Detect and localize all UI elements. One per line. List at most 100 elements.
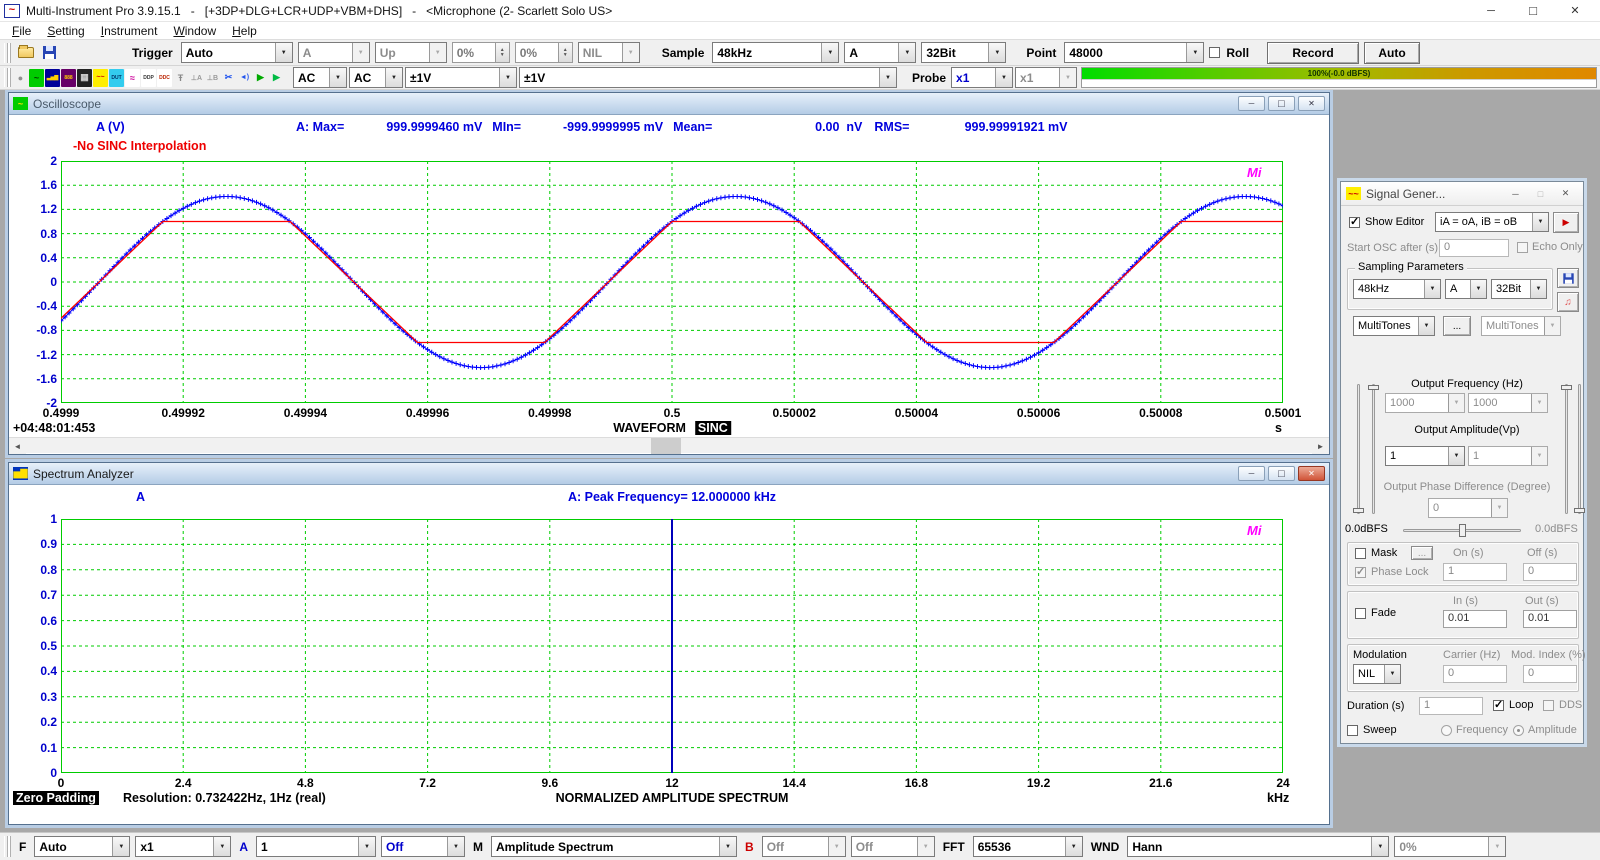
toolbar-grip[interactable]	[4, 68, 8, 86]
data-logger-icon[interactable]: ▦	[77, 69, 92, 87]
sweep-checkbox[interactable]	[1347, 725, 1358, 736]
sound-input-icon[interactable]: Ŧ	[173, 69, 188, 87]
spectrum-3d-plot-icon[interactable]: ≈	[125, 69, 140, 87]
slider-handle[interactable]	[1561, 385, 1572, 390]
sample-bits-select[interactable]: 32Bit	[921, 42, 1006, 63]
reference-a-icon[interactable]: ⊥A	[189, 69, 204, 87]
sound-output-icon[interactable]: ◄)	[237, 69, 252, 87]
maximize-icon[interactable]: □	[1528, 185, 1553, 202]
fade-in-input[interactable]: 0.01	[1443, 610, 1507, 628]
fade-checkbox[interactable]	[1355, 608, 1366, 619]
save-file-icon[interactable]	[43, 46, 56, 59]
menu-setting[interactable]: Setting	[39, 24, 92, 38]
close-icon[interactable]	[1298, 466, 1325, 481]
restore-icon[interactable]	[1268, 96, 1295, 111]
ddc-icon[interactable]: DDC	[157, 69, 172, 87]
toolbar-grip[interactable]	[4, 43, 8, 63]
oscilloscope-title-bar[interactable]: ~ Oscilloscope	[9, 93, 1329, 115]
range-b-select[interactable]: ±1V	[519, 67, 897, 88]
music-note-icon[interactable]: ♫	[1557, 292, 1579, 312]
modulation-select[interactable]: NIL	[1353, 664, 1401, 684]
calibration-icon[interactable]: ✂	[221, 69, 236, 87]
carrier-input[interactable]: 0	[1443, 665, 1507, 683]
probe-b-select[interactable]: x1	[1015, 67, 1077, 88]
trigger-edge-select[interactable]: Up	[375, 42, 447, 63]
oscilloscope-icon[interactable]: ~	[29, 69, 44, 87]
phase-difference-select[interactable]: 0	[1428, 498, 1508, 518]
record-standby-icon[interactable]: ●	[13, 69, 28, 87]
restore-icon[interactable]	[1268, 466, 1295, 481]
menu-window[interactable]: Window	[165, 24, 224, 38]
run-output-icon[interactable]: ▶	[269, 69, 284, 87]
generator-play-icon[interactable]: ▶	[1553, 212, 1579, 233]
range-a-select[interactable]: ±1V	[405, 67, 517, 88]
sweep-frequency-radio[interactable]	[1441, 725, 1452, 736]
amplitude-slider-b-outer[interactable]	[1578, 384, 1581, 514]
processing-b-select[interactable]: Off	[851, 836, 935, 857]
mask-off-input[interactable]: 0	[1523, 563, 1577, 581]
generator-rate-select[interactable]: 48kHz	[1353, 279, 1441, 299]
slider-handle[interactable]	[1353, 508, 1364, 513]
menu-help[interactable]: Help	[224, 24, 265, 38]
scroll-left-icon[interactable]: ◄	[9, 438, 26, 454]
roll-checkbox[interactable]	[1209, 47, 1220, 58]
close-icon[interactable]	[1298, 96, 1325, 111]
start-osc-input[interactable]: 0	[1439, 239, 1509, 257]
auto-button[interactable]: Auto	[1364, 42, 1420, 64]
open-file-icon[interactable]	[18, 47, 34, 58]
trigger-delay-spinner[interactable]: 0%	[515, 42, 573, 63]
duration-input[interactable]: 1	[1419, 697, 1483, 715]
trigger-mode-select[interactable]: Auto	[181, 42, 293, 63]
record-button[interactable]: Record	[1267, 42, 1359, 64]
waveform-more-button[interactable]: ...	[1443, 316, 1471, 336]
probe-a-select[interactable]: x1	[951, 67, 1013, 88]
mask-checkbox[interactable]	[1355, 548, 1366, 559]
amplitude-slider-a-inner[interactable]	[1372, 384, 1375, 514]
menu-file[interactable]: File	[4, 24, 39, 38]
ddp-viewer-icon[interactable]: DDP	[141, 69, 156, 87]
generator-channel-select[interactable]: A	[1445, 279, 1487, 299]
slider-handle[interactable]	[1459, 524, 1466, 537]
waveform-scrollbar[interactable]: ◄ ►	[9, 437, 1329, 453]
measurement-mode-select[interactable]: Amplitude Spectrum	[491, 836, 737, 857]
loop-checkbox[interactable]	[1493, 700, 1504, 711]
processing-a-select[interactable]: Off	[381, 836, 465, 857]
frequency-b-select[interactable]: 1000	[1468, 393, 1548, 413]
minimize-icon[interactable]	[1238, 466, 1265, 481]
reference-b-icon[interactable]: ⊥B	[205, 69, 220, 87]
echo-only-checkbox[interactable]	[1517, 242, 1528, 253]
fade-out-input[interactable]: 0.01	[1523, 610, 1577, 628]
toolbar-grip[interactable]	[4, 836, 8, 858]
signal-generator-icon[interactable]: ~~	[93, 69, 108, 87]
scrollbar-thumb[interactable]	[651, 438, 681, 454]
amplitude-slider-a-outer[interactable]	[1357, 384, 1360, 514]
spectrum-title-bar[interactable]: ▅▇ Spectrum Analyzer	[9, 463, 1329, 485]
minimize-icon[interactable]	[1238, 96, 1265, 111]
close-icon[interactable]	[1554, 1, 1596, 21]
zero-padding-badge[interactable]: Zero Padding	[13, 791, 99, 805]
waveform-b-select[interactable]: MultiTones	[1481, 316, 1561, 336]
dds-checkbox[interactable]	[1543, 700, 1554, 711]
fft-size-select[interactable]: 65536	[973, 836, 1083, 857]
gain-a-select[interactable]: 1	[256, 836, 376, 857]
amplitude-slider-b-inner[interactable]	[1565, 384, 1568, 514]
generator-bits-select[interactable]: 32Bit	[1491, 279, 1547, 299]
scroll-right-icon[interactable]: ►	[1312, 438, 1329, 454]
sinc-badge[interactable]: SINC	[695, 421, 731, 435]
minimize-icon[interactable]	[1470, 1, 1512, 21]
menu-instrument[interactable]: Instrument	[93, 24, 166, 38]
overlap-select[interactable]: 0%	[1394, 836, 1506, 857]
trigger-level-spinner[interactable]: 0%	[452, 42, 510, 63]
frequency-mult-select[interactable]: x1	[135, 836, 231, 857]
show-editor-checkbox[interactable]	[1349, 217, 1360, 228]
device-test-plan-icon[interactable]: DUT	[109, 69, 124, 87]
coupling-a-select[interactable]: AC	[293, 67, 347, 88]
coupling-b-select[interactable]: AC	[349, 67, 403, 88]
close-icon[interactable]: ✕	[1553, 185, 1578, 202]
maximize-icon[interactable]	[1512, 1, 1554, 21]
balance-slider[interactable]	[1403, 529, 1521, 532]
phase-lock-checkbox[interactable]	[1355, 567, 1366, 578]
amplitude-b-select[interactable]: 1	[1468, 446, 1548, 466]
run-icon[interactable]: ▶	[253, 69, 268, 87]
minimize-icon[interactable]: ─	[1503, 185, 1528, 202]
